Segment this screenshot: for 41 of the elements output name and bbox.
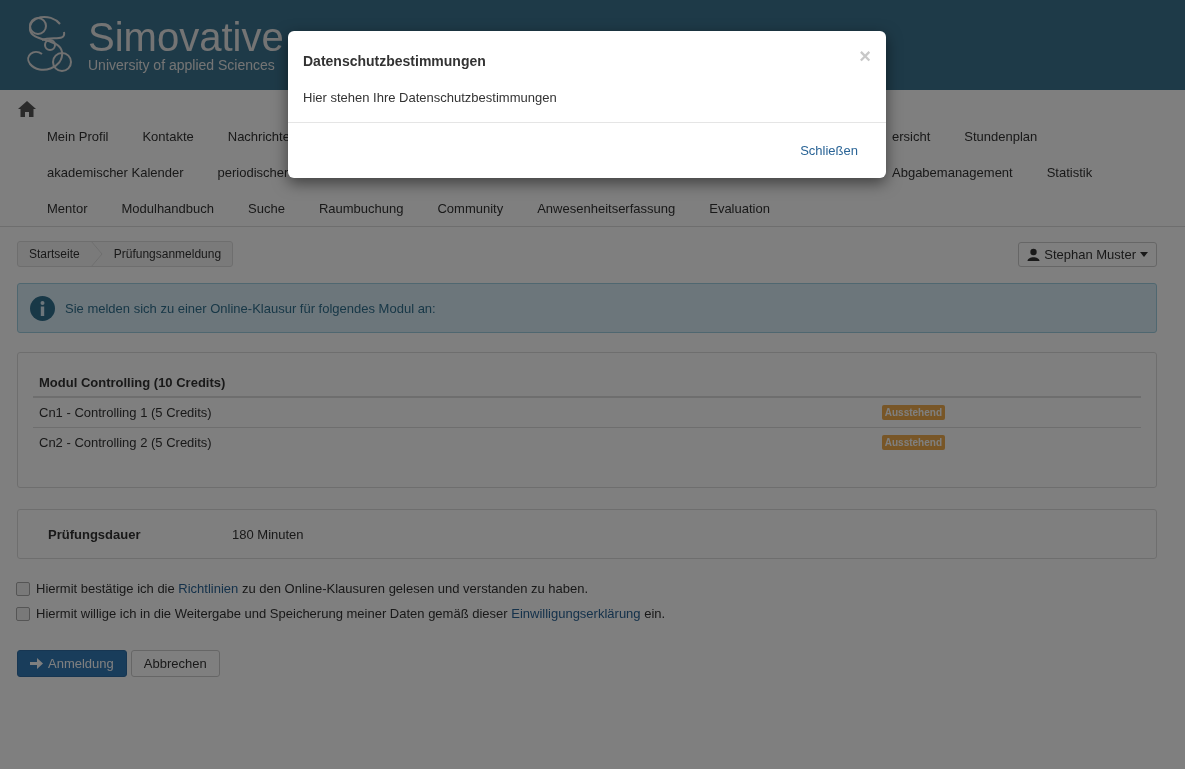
status-badge: Ausstehend (881, 435, 945, 450)
register-button[interactable]: Anmeldung (17, 650, 127, 677)
nav-link[interactable]: Anwesenheitserfassung (520, 200, 693, 216)
breadcrumb-item[interactable]: Prüfungsanmeldung (102, 247, 233, 261)
link[interactable]: Einwilligungserklärung (511, 606, 641, 621)
info-icon (30, 295, 55, 321)
nav-link[interactable]: Modulhandbuch (104, 200, 231, 216)
checkbox[interactable] (16, 581, 30, 596)
nav-link[interactable]: Mentor (30, 200, 105, 216)
table-cell-text: Cn1 - Controlling 1 (5 Credits) (39, 405, 213, 420)
site-title: Simovative (88, 17, 284, 57)
user-icon (1027, 247, 1041, 261)
site-subtitle: University of applied Sciences (88, 57, 276, 73)
consent-text: Hiermit willige ich in die Weitergabe und Speicherung meiner Daten gemäß dieser Einwilligungserklärung ein. (36, 606, 666, 621)
table-cell-text: Cn2 - Controlling 2 (5 Credits) (39, 435, 213, 450)
link[interactable]: Richtlinien (178, 581, 239, 596)
close-link[interactable]: Schließen (800, 143, 858, 158)
status-badge: Ausstehend (881, 405, 945, 420)
arrow-right-icon (30, 658, 43, 669)
nav-link[interactable]: Statistik (1029, 164, 1110, 180)
nav-link[interactable]: Kontakte (125, 128, 211, 144)
duration-label: Prüfungsdauer (48, 526, 142, 542)
nav-link[interactable]: akademischer Kalender (30, 164, 201, 180)
nav-link[interactable]: Mein Profil (30, 128, 126, 144)
checkbox[interactable] (16, 606, 30, 621)
nav-link[interactable]: Community (420, 200, 521, 216)
cancel-button[interactable]: Abbrechen (130, 650, 220, 677)
breadcrumb-item[interactable]: Startseite (18, 247, 91, 261)
caret-icon (1140, 251, 1148, 257)
home-icon[interactable] (17, 100, 37, 118)
dialog-text: Hier stehen Ihre Datenschutzbestimmungen (302, 89, 558, 107)
alert-text: Sie melden sich zu einer Online-Klausur für folgendes Modul an: (65, 300, 436, 316)
dialog-title: Datenschutzbestimmungen (303, 53, 486, 69)
user-menu-button[interactable]: Stephan Muster (1018, 241, 1157, 267)
duration-value: 180 Minuten (232, 526, 304, 542)
nav-link[interactable]: Stundenplan (947, 128, 1055, 144)
nav-link[interactable]: Suche (231, 200, 302, 216)
nav-link[interactable]: Evaluation (692, 200, 787, 216)
consent-text: Hiermit bestätige ich die Richtlinien zu den Online-Klausuren gelesen und verstanden zu haben. (36, 581, 589, 596)
table-header: Modul Controlling (10 Credits) (33, 375, 1141, 398)
nav-link[interactable]: Raumbuchung (301, 200, 421, 216)
